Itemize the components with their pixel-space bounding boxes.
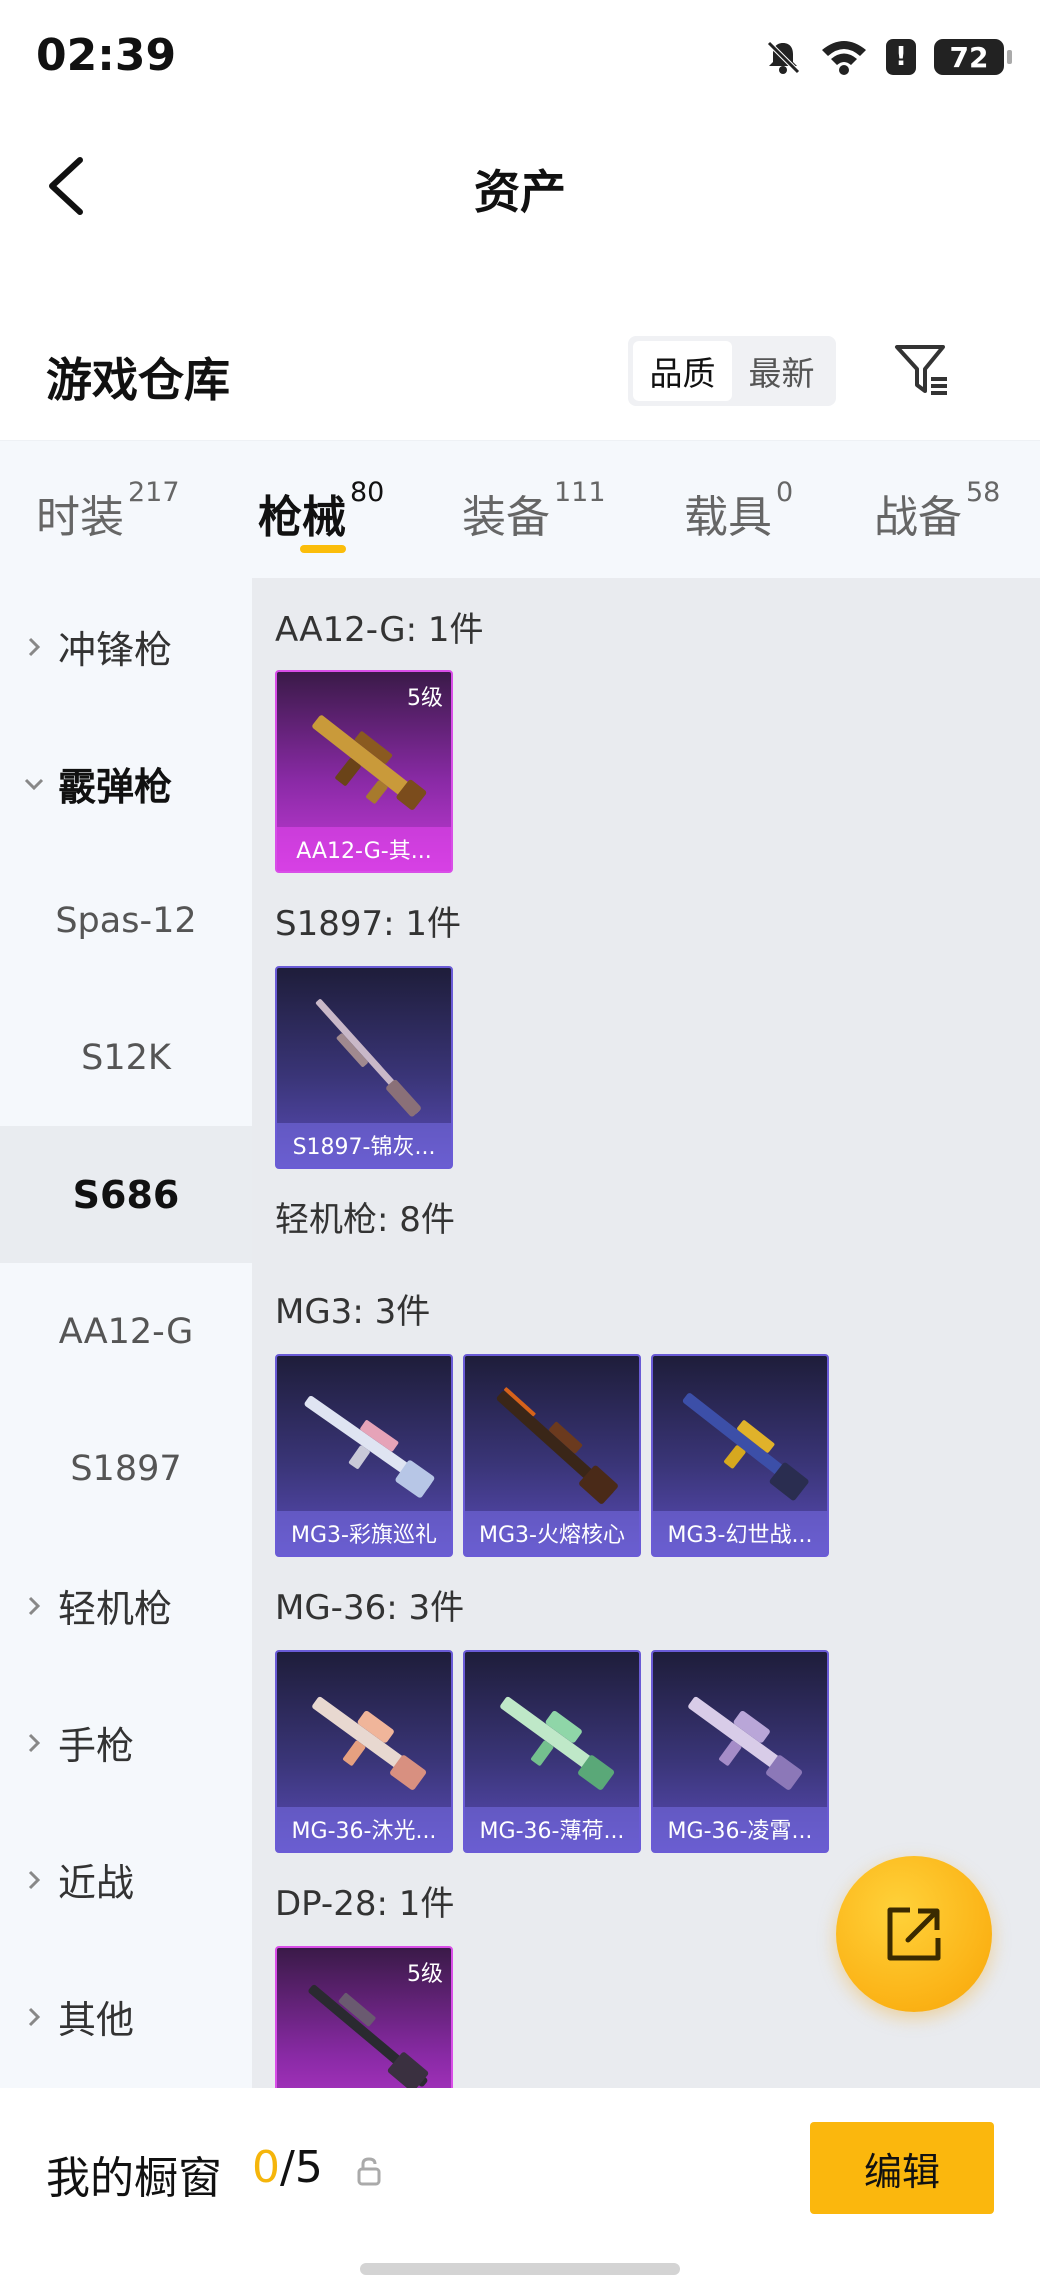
item-name: MG3-火熔核心 xyxy=(465,1511,639,1555)
sidebar-item-aa12g[interactable]: AA12-G xyxy=(0,1263,252,1400)
tab-fashion[interactable]: 时装 217 xyxy=(36,477,180,545)
machine-gun-icon xyxy=(304,1395,435,1498)
group-title: DP-28: 1件 xyxy=(275,1884,455,1924)
item-card[interactable]: MG3-彩旗巡礼 xyxy=(275,1354,453,1557)
item-name: MG-36-沐光... xyxy=(277,1807,451,1851)
tab-count: 111 xyxy=(554,477,606,508)
filter-icon xyxy=(895,345,947,395)
share-icon xyxy=(887,1907,941,1961)
item-card[interactable]: MG-36-沐光... xyxy=(275,1650,453,1853)
rifle-icon xyxy=(688,1696,803,1790)
sidebar-item-shotgun[interactable]: 霰弹枪 xyxy=(0,715,252,852)
group-title: MG3: 3件 xyxy=(275,1292,431,1332)
status-bar: 02:39 ! 72 xyxy=(0,0,1040,120)
sidebar-item-melee[interactable]: 近战 xyxy=(0,1811,252,1948)
wifi-icon xyxy=(822,41,866,75)
group-title: MG-36: 3件 xyxy=(275,1588,465,1628)
sidebar: 冲锋枪 霰弹枪 Spas-12 S12K S686 AA12-G S1897 轻… xyxy=(0,578,252,2088)
tab-firearms[interactable]: 枪械 80 xyxy=(258,477,384,545)
sidebar-item-s686[interactable]: S686 xyxy=(0,1126,252,1263)
nav-bar: 资产 xyxy=(0,120,1040,250)
warehouse-title: 游戏仓库 xyxy=(46,353,230,407)
page-title: 资产 xyxy=(474,165,566,219)
showcase-bar: 我的橱窗 0/5 编辑 xyxy=(0,2088,1040,2295)
item-name: MG3-彩旗巡礼 xyxy=(277,1511,451,1555)
tab-equipment[interactable]: 装备 111 xyxy=(462,477,606,545)
item-card[interactable]: MG3-火熔核心 xyxy=(463,1354,641,1557)
warehouse-header: 游戏仓库 品质 最新 xyxy=(0,320,1040,440)
chevron-down-icon xyxy=(22,772,46,796)
sidebar-item-smg[interactable]: 冲锋枪 xyxy=(0,578,252,715)
showcase-count: 0/5 xyxy=(252,2142,323,2193)
sidebar-item-label: 轻机枪 xyxy=(58,1587,173,1631)
machine-gun-icon xyxy=(308,1984,429,2088)
home-indicator xyxy=(360,2263,680,2275)
tab-label: 战备 xyxy=(874,492,962,543)
group-title: AA12-G: 1件 xyxy=(275,610,484,650)
status-time: 02:39 xyxy=(36,30,177,81)
chevron-right-icon xyxy=(22,2005,46,2029)
tab-supplies[interactable]: 战备 58 xyxy=(874,477,1000,545)
item-card[interactable]: MG-36-薄荷... xyxy=(463,1650,641,1853)
sidebar-item-s12k[interactable]: S12K xyxy=(0,989,252,1126)
item-card[interactable]: MG-36-凌霄... xyxy=(651,1650,829,1853)
sort-latest-button[interactable]: 最新 xyxy=(732,341,831,401)
shotgun-icon xyxy=(315,999,421,1117)
edit-button[interactable]: 编辑 xyxy=(810,2122,994,2214)
tab-label: 枪械 xyxy=(258,492,346,543)
tab-count: 0 xyxy=(776,477,794,508)
tab-vehicles[interactable]: 载具 0 xyxy=(684,477,793,545)
showcase-current: 0 xyxy=(252,2142,280,2193)
chevron-right-icon xyxy=(22,1594,46,1618)
tab-label: 装备 xyxy=(462,492,550,543)
item-card[interactable]: 5级 AA12-G-其... xyxy=(275,670,453,873)
item-name: MG3-幻世战... xyxy=(653,1511,827,1555)
sidebar-item-label: 近战 xyxy=(58,1861,135,1905)
showcase-label: 我的橱窗 xyxy=(46,2153,222,2204)
sidebar-item-label: 冲锋枪 xyxy=(58,628,173,672)
alert-icon: ! xyxy=(886,39,916,75)
tab-label: 载具 xyxy=(684,492,772,543)
item-card[interactable]: MG3-幻世战... xyxy=(651,1354,829,1557)
machine-gun-icon xyxy=(496,1387,618,1504)
shotgun-icon xyxy=(312,715,427,810)
sidebar-item-label: 手枪 xyxy=(58,1724,135,1768)
sidebar-item-pistol[interactable]: 手枪 xyxy=(0,1674,252,1811)
machine-gun-icon xyxy=(682,1393,809,1501)
sidebar-item-s1897[interactable]: S1897 xyxy=(0,1400,252,1537)
filter-button[interactable] xyxy=(884,332,960,408)
item-name: S1897-锦灰... xyxy=(277,1123,451,1167)
share-fab-button[interactable] xyxy=(836,1856,992,2012)
sort-quality-button[interactable]: 品质 xyxy=(633,341,732,401)
chevron-right-icon xyxy=(22,1731,46,1755)
item-name: MG-36-凌霄... xyxy=(653,1807,827,1851)
group-title: 轻机枪: 8件 xyxy=(275,1200,455,1240)
tab-label: 时装 xyxy=(36,492,124,543)
status-icons: ! 72 xyxy=(764,38,1012,76)
item-name: AA12-G-其... xyxy=(277,827,451,871)
tab-count: 80 xyxy=(350,477,385,508)
rifle-icon xyxy=(500,1696,615,1790)
sidebar-item-other[interactable]: 其他 xyxy=(0,1948,252,2085)
item-card[interactable]: S1897-锦灰... xyxy=(275,966,453,1169)
tab-count: 58 xyxy=(966,477,1001,508)
battery-indicator: 72 xyxy=(934,39,1012,75)
showcase-total: /5 xyxy=(280,2142,323,2193)
item-name: MG-36-薄荷... xyxy=(465,1807,639,1851)
sidebar-item-lmg[interactable]: 轻机枪 xyxy=(0,1537,252,1674)
group-title: S1897: 1件 xyxy=(275,904,462,944)
tab-count: 217 xyxy=(128,477,180,508)
chevron-right-icon xyxy=(22,635,46,659)
sort-toggle: 品质 最新 xyxy=(628,336,836,406)
item-card[interactable]: 5级 xyxy=(275,1946,453,2088)
rifle-icon xyxy=(312,1696,427,1790)
mute-bell-icon xyxy=(767,41,800,74)
chevron-right-icon xyxy=(22,1868,46,1892)
active-tab-indicator xyxy=(300,545,346,553)
sidebar-item-spas12[interactable]: Spas-12 xyxy=(0,852,252,989)
category-tabs: 时装 217 枪械 80 装备 111 载具 0 战备 58 xyxy=(0,440,1040,580)
lock-icon xyxy=(357,2157,381,2186)
sidebar-item-label: 霰弹枪 xyxy=(58,765,173,809)
sidebar-item-label: 其他 xyxy=(58,1998,135,2042)
